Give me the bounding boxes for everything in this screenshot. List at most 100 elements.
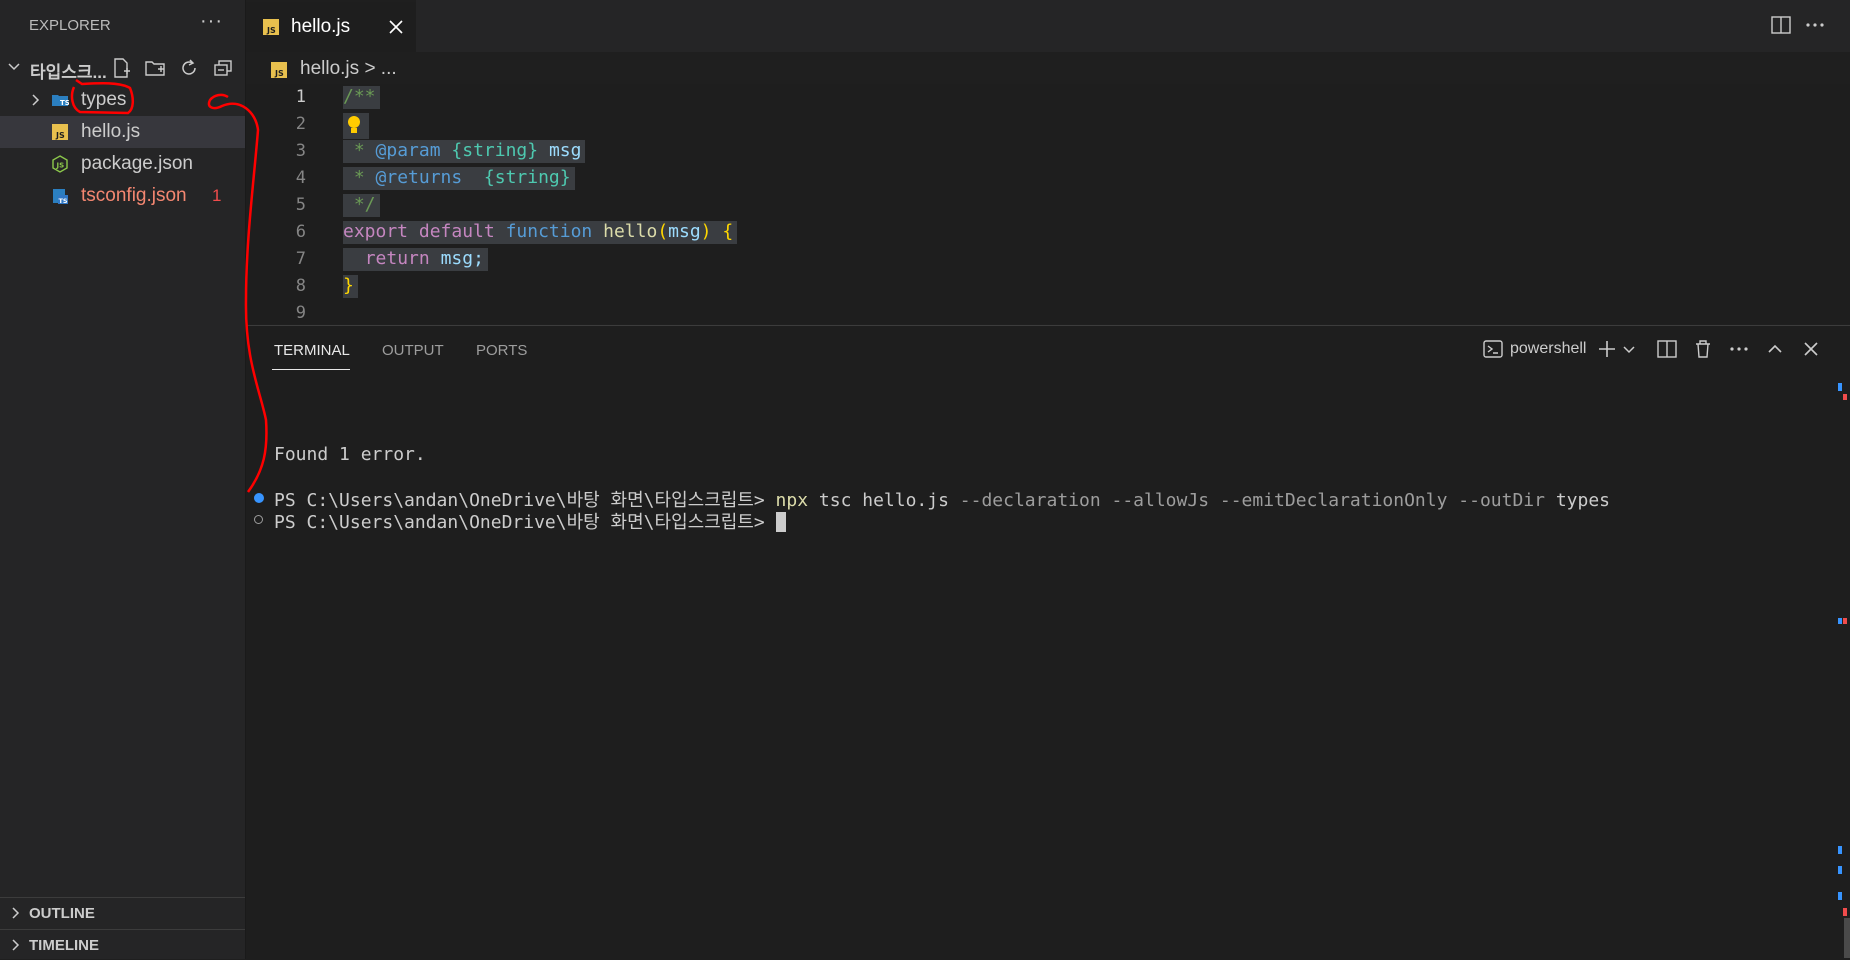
code-line: 4 * @returns {string}	[246, 165, 1850, 192]
nodejs-file-icon: JS	[52, 155, 68, 173]
tab-terminal[interactable]: TERMINAL	[274, 342, 350, 359]
trash-icon[interactable]	[1692, 338, 1714, 360]
more-actions-icon[interactable]	[1804, 14, 1826, 36]
collapse-all-icon[interactable]	[212, 57, 234, 79]
code-token: msg	[668, 221, 701, 242]
code-token: *	[343, 140, 376, 161]
js-file-icon: JS	[271, 62, 287, 78]
command-success-icon[interactable]	[254, 493, 264, 503]
code-line: 8 }	[246, 273, 1850, 300]
terminal-shell-label[interactable]: powershell	[1510, 340, 1586, 358]
tree-item-types[interactable]: TS types	[0, 84, 245, 116]
terminal-scrollbar[interactable]	[1844, 918, 1850, 958]
tree-item-label: package.json	[81, 153, 193, 174]
scroll-marker	[1843, 618, 1847, 624]
tree-item-hello-js[interactable]: JS hello.js	[0, 116, 245, 148]
split-terminal-icon[interactable]	[1656, 338, 1678, 360]
split-editor-icon[interactable]	[1770, 14, 1792, 36]
terminal-icon	[1483, 340, 1503, 358]
scroll-marker	[1838, 866, 1842, 874]
new-file-icon[interactable]	[110, 57, 132, 79]
close-icon[interactable]	[1800, 338, 1822, 360]
code-token: {	[722, 221, 734, 242]
line-number: 7	[295, 249, 306, 269]
active-tab-indicator	[272, 369, 350, 370]
tab-output[interactable]: OUTPUT	[382, 342, 444, 359]
explorer-sidebar: EXPLORER ··· 타입스크... TS types JS hello.j…	[0, 0, 246, 959]
ts-config-file-icon: TS	[53, 189, 68, 205]
command-args: types	[1544, 490, 1611, 511]
line-number: 6	[295, 222, 306, 242]
terminal-prompt-line[interactable]: PS C:\Users\andan\OneDrive\바탕 화면\타입스크립트>	[274, 508, 786, 534]
command-args: tsc hello.js	[808, 490, 960, 511]
code-token: hello	[603, 221, 658, 242]
tab-label: hello.js	[291, 16, 351, 37]
svg-text:JS: JS	[55, 131, 65, 140]
outline-section[interactable]: OUTLINE	[0, 897, 245, 928]
code-token: msg	[548, 140, 582, 161]
scroll-marker	[1843, 394, 1847, 400]
line-number: 1	[295, 87, 306, 107]
command-flags: --declaration --allowJs --emitDeclaratio…	[959, 490, 1545, 511]
code-token: default	[418, 221, 495, 242]
chevron-down-icon[interactable]	[1622, 338, 1636, 360]
refresh-icon[interactable]	[178, 57, 200, 79]
code-editor[interactable]: 1 /** 2 3 * @param {string} msg 4 * @ret…	[246, 84, 1850, 324]
prompt-text: PS C:\Users\andan\OneDrive\바탕 화면\타입스크립트>	[274, 512, 776, 533]
bottom-panel: TERMINAL OUTPUT PORTS powershell Found 1…	[246, 325, 1850, 960]
breadcrumb-rest[interactable]: > ...	[364, 58, 396, 79]
code-token: @param	[375, 140, 441, 161]
lightbulb-icon[interactable]	[346, 114, 362, 136]
more-actions-icon[interactable]: ···	[200, 10, 223, 33]
more-actions-icon[interactable]	[1728, 338, 1750, 360]
svg-text:JS: JS	[274, 69, 284, 78]
ts-folder-icon: TS	[52, 95, 69, 107]
code-token: function	[505, 221, 593, 242]
code-token: msg;	[440, 248, 484, 269]
problem-count-badge: 1	[212, 186, 222, 205]
code-line: 6 export default function hello(msg) {	[246, 219, 1850, 246]
line-number: 3	[295, 141, 306, 161]
chevron-up-icon[interactable]	[1764, 338, 1786, 360]
timeline-title: TIMELINE	[29, 937, 99, 954]
code-token: )	[700, 221, 712, 242]
tree-item-label: hello.js	[81, 121, 141, 142]
js-file-icon: JS	[263, 19, 279, 35]
code-text: return msg;	[343, 248, 488, 271]
editor-tab-bar: JS hello.js	[246, 0, 1850, 52]
code-text: /**	[343, 86, 380, 109]
timeline-section[interactable]: TIMELINE	[0, 929, 245, 960]
explorer-title: EXPLORER	[29, 17, 111, 34]
code-token: {string}	[483, 167, 571, 188]
breadcrumb-file[interactable]: hello.js	[300, 58, 359, 79]
plus-icon[interactable]	[1596, 338, 1618, 360]
tree-item-tsconfig-json[interactable]: TS tsconfig.json 1	[0, 180, 245, 212]
close-icon[interactable]	[386, 17, 406, 37]
scroll-marker	[1838, 383, 1842, 391]
code-token: {string}	[451, 140, 539, 161]
scroll-marker	[1838, 892, 1842, 900]
new-folder-icon[interactable]	[144, 57, 166, 79]
code-text: */	[343, 194, 380, 217]
svg-text:TS: TS	[60, 99, 69, 107]
code-line: 5 */	[246, 192, 1850, 219]
code-token: export	[343, 221, 409, 242]
code-text: * @param {string} msg	[343, 140, 586, 163]
command-pending-icon[interactable]	[254, 515, 263, 524]
tab-ports[interactable]: PORTS	[476, 342, 527, 359]
tree-item-package-json[interactable]: JS package.json	[0, 148, 245, 180]
root-folder-row[interactable]: 타입스크...	[0, 54, 245, 82]
code-line: 1 /**	[246, 84, 1850, 111]
breadcrumb-item[interactable]: hello.js > ...	[300, 58, 397, 80]
chevron-right-icon	[32, 94, 40, 106]
code-line: 3 * @param {string} msg	[246, 138, 1850, 165]
tab-hello-js[interactable]: JS hello.js	[246, 0, 416, 52]
scroll-marker	[1838, 846, 1842, 854]
